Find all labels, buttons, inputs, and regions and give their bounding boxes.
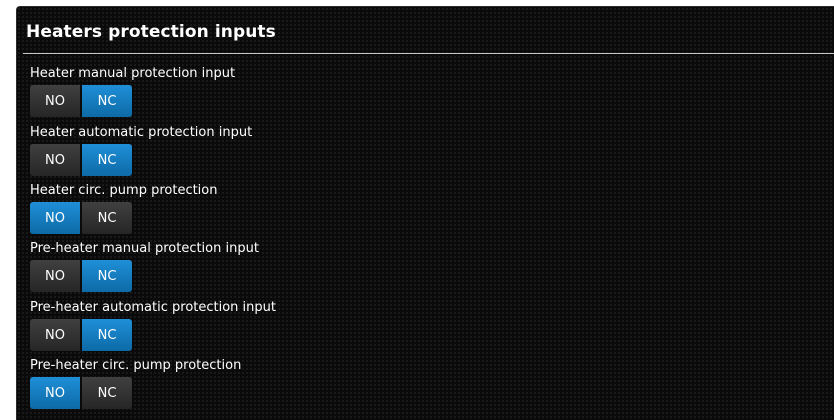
toggle-option-nc[interactable]: NC (82, 260, 132, 292)
setting-label: Pre-heater manual protection input (30, 241, 259, 256)
no-nc-toggle: NO NC (30, 202, 132, 234)
toggle-option-nc[interactable]: NC (82, 202, 132, 234)
toggle-option-nc[interactable]: NC (82, 85, 132, 117)
setting-label: Heater manual protection input (30, 66, 236, 81)
no-nc-toggle: NO NC (30, 144, 132, 176)
toggle-option-nc[interactable]: NC (82, 319, 132, 351)
heaters-protection-panel: Heaters protection inputs Heater manual … (16, 6, 834, 420)
toggle-option-no[interactable]: NO (30, 202, 80, 234)
no-nc-toggle: NO NC (30, 85, 132, 117)
toggle-option-no[interactable]: NO (30, 319, 80, 351)
title-divider (23, 53, 834, 54)
setting-label: Pre-heater automatic protection input (30, 300, 276, 315)
setting-pre-heater-circ-pump-protection: Pre-heater circ. pump protection NO NC (30, 358, 241, 409)
setting-heater-manual-protection: Heater manual protection input NO NC (30, 66, 235, 117)
toggle-option-no[interactable]: NO (30, 377, 80, 409)
toggle-option-no[interactable]: NO (30, 260, 80, 292)
setting-label: Heater circ. pump protection (30, 183, 218, 198)
no-nc-toggle: NO NC (30, 319, 132, 351)
toggle-option-no[interactable]: NO (30, 144, 80, 176)
setting-label: Heater automatic protection input (30, 125, 253, 140)
panel-title: Heaters protection inputs (26, 22, 276, 42)
setting-heater-automatic-protection: Heater automatic protection input NO NC (30, 125, 252, 176)
setting-label: Pre-heater circ. pump protection (30, 358, 242, 373)
no-nc-toggle: NO NC (30, 260, 132, 292)
setting-pre-heater-automatic-protection: Pre-heater automatic protection input NO… (30, 300, 276, 351)
toggle-option-no[interactable]: NO (30, 85, 80, 117)
no-nc-toggle: NO NC (30, 377, 132, 409)
setting-heater-circ-pump-protection: Heater circ. pump protection NO NC (30, 183, 218, 234)
toggle-option-nc[interactable]: NC (82, 144, 132, 176)
toggle-option-nc[interactable]: NC (82, 377, 132, 409)
setting-pre-heater-manual-protection: Pre-heater manual protection input NO NC (30, 241, 259, 292)
